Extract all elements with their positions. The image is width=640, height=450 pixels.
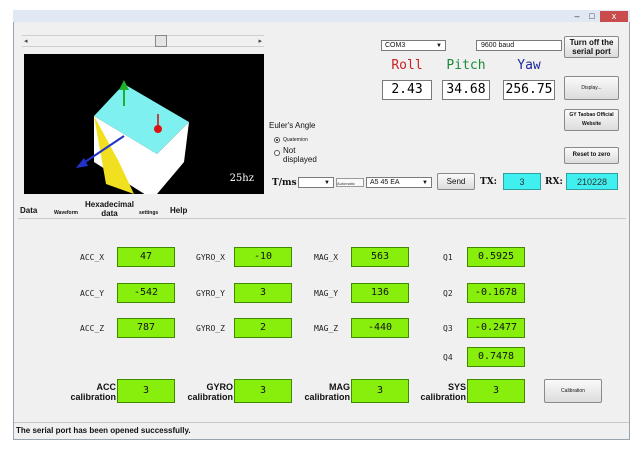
tms-label: T/ms [272,178,297,188]
radio-dot-icon [276,139,278,141]
yaw-label: Yaw [517,58,541,73]
acc-y-value: -542 [117,283,175,303]
rx-label: RX: [545,177,563,187]
display-button[interactable]: Display... [564,76,619,100]
hex-value: A5 45 EA [370,179,400,186]
acc-x-label: ACC_X [80,253,105,262]
mag-y-value: 136 [351,283,409,303]
baud-field[interactable]: 9600 baud [476,40,562,51]
acc-z-label: ACC_Z [80,324,105,333]
mag-z-value: -440 [351,318,409,338]
send-button[interactable]: Send [437,173,475,190]
mag-x-value: 563 [351,247,409,267]
yaw-value: 256.75 [503,80,555,100]
tab-waveform[interactable]: Waveform [54,209,78,218]
status-bar: The serial port has been opened successf… [14,422,629,439]
roll-value: 2.43 [382,80,432,100]
gyro-x-value: -10 [234,247,292,267]
slider-right-arrow-icon[interactable]: ▸ [258,36,262,47]
close-button[interactable]: x [600,11,628,22]
q1-label: Q1 [443,253,453,262]
calibration-button[interactable]: Calibration [544,379,602,403]
minimize-button[interactable]: – [570,11,584,22]
gyro-calibration-value: 3 [234,379,292,403]
tab-help[interactable]: Help [170,206,187,215]
mag-calibration-value: 3 [351,379,409,403]
gyro-y-value: 3 [234,283,292,303]
close-port-button[interactable]: Turn off the serial port [564,36,619,58]
x-axis-marker [154,125,162,133]
rx-counter: 210228 [566,173,618,190]
tab-hexadecimal-data[interactable]: Hexadecimal data [82,200,137,218]
q3-label: Q3 [443,324,453,333]
gyro-calibration-label: GYRO calibration [187,382,233,402]
mag-z-label: MAG_Z [314,324,339,333]
mag-calibration-label: MAG calibration [304,382,350,402]
orientation-viewport: 25hz [24,54,264,202]
q4-label: Q4 [443,353,453,362]
acc-calibration-label: ACC calibration [70,382,116,402]
gyro-z-value: 2 [234,318,292,338]
q1-value: 0.5925 [467,247,525,267]
tx-label: TX: [480,177,498,187]
tms-select[interactable]: ▼ [298,177,334,188]
slider-thumb[interactable] [155,35,167,47]
reset-button[interactable]: Reset to zero [564,147,619,164]
z-axis-arrow-icon [76,158,88,168]
chevron-down-icon: ▼ [324,180,330,186]
mag-x-label: MAG_X [314,253,339,262]
slider-left-arrow-icon[interactable]: ◂ [24,36,28,47]
acc-y-label: ACC_Y [80,289,105,298]
gyro-y-label: GYRO_Y [196,289,225,298]
tab-data[interactable]: Data [20,206,37,215]
chevron-down-icon: ▼ [422,180,428,186]
euler-title: Euler's Angle [269,121,316,130]
hex-select[interactable]: A5 45 EA ▼ [366,177,432,188]
gyro-z-label: GYRO_Z [196,324,225,333]
acc-z-value: 787 [117,318,175,338]
website-button[interactable]: GY Taobao Official Website [564,109,619,131]
y-axis-arrow-icon [119,80,129,90]
q3-value: -0.2477 [467,318,525,338]
not-displayed-label: Not displayed [283,146,317,164]
tab-settings[interactable]: settings [139,209,158,218]
automatic-checkbox[interactable]: Automatic [336,178,364,187]
status-text: The serial port has been opened successf… [16,426,191,435]
mag-y-label: MAG_Y [314,289,339,298]
q4-value: 0.7478 [467,347,525,367]
acc-x-value: 47 [117,247,175,267]
not-displayed-radio[interactable] [274,150,280,156]
title-bar [13,10,630,22]
roll-label: Roll [391,58,423,73]
tx-counter: 3 [503,173,541,190]
chevron-down-icon: ▼ [436,43,442,49]
sys-calibration-label: SYS calibration [420,382,466,402]
maximize-button[interactable]: □ [585,11,599,22]
q2-value: -0.1678 [467,283,525,303]
quaternion-radio[interactable] [274,137,280,143]
port-value: COM3 [385,42,406,49]
view-slider[interactable]: ◂ ▸ [22,35,264,47]
sys-calibration-value: 3 [467,379,525,403]
pitch-label: Pitch [446,58,486,73]
cube-render [76,80,189,202]
port-select[interactable]: COM3 ▼ [381,40,446,51]
pitch-value: 34.68 [442,80,490,100]
quaternion-label: Quaternion [283,137,308,143]
acc-calibration-value: 3 [117,379,175,403]
q2-label: Q2 [443,289,453,298]
gyro-x-label: GYRO_X [196,253,225,262]
fps-label: 25hz [229,173,254,184]
